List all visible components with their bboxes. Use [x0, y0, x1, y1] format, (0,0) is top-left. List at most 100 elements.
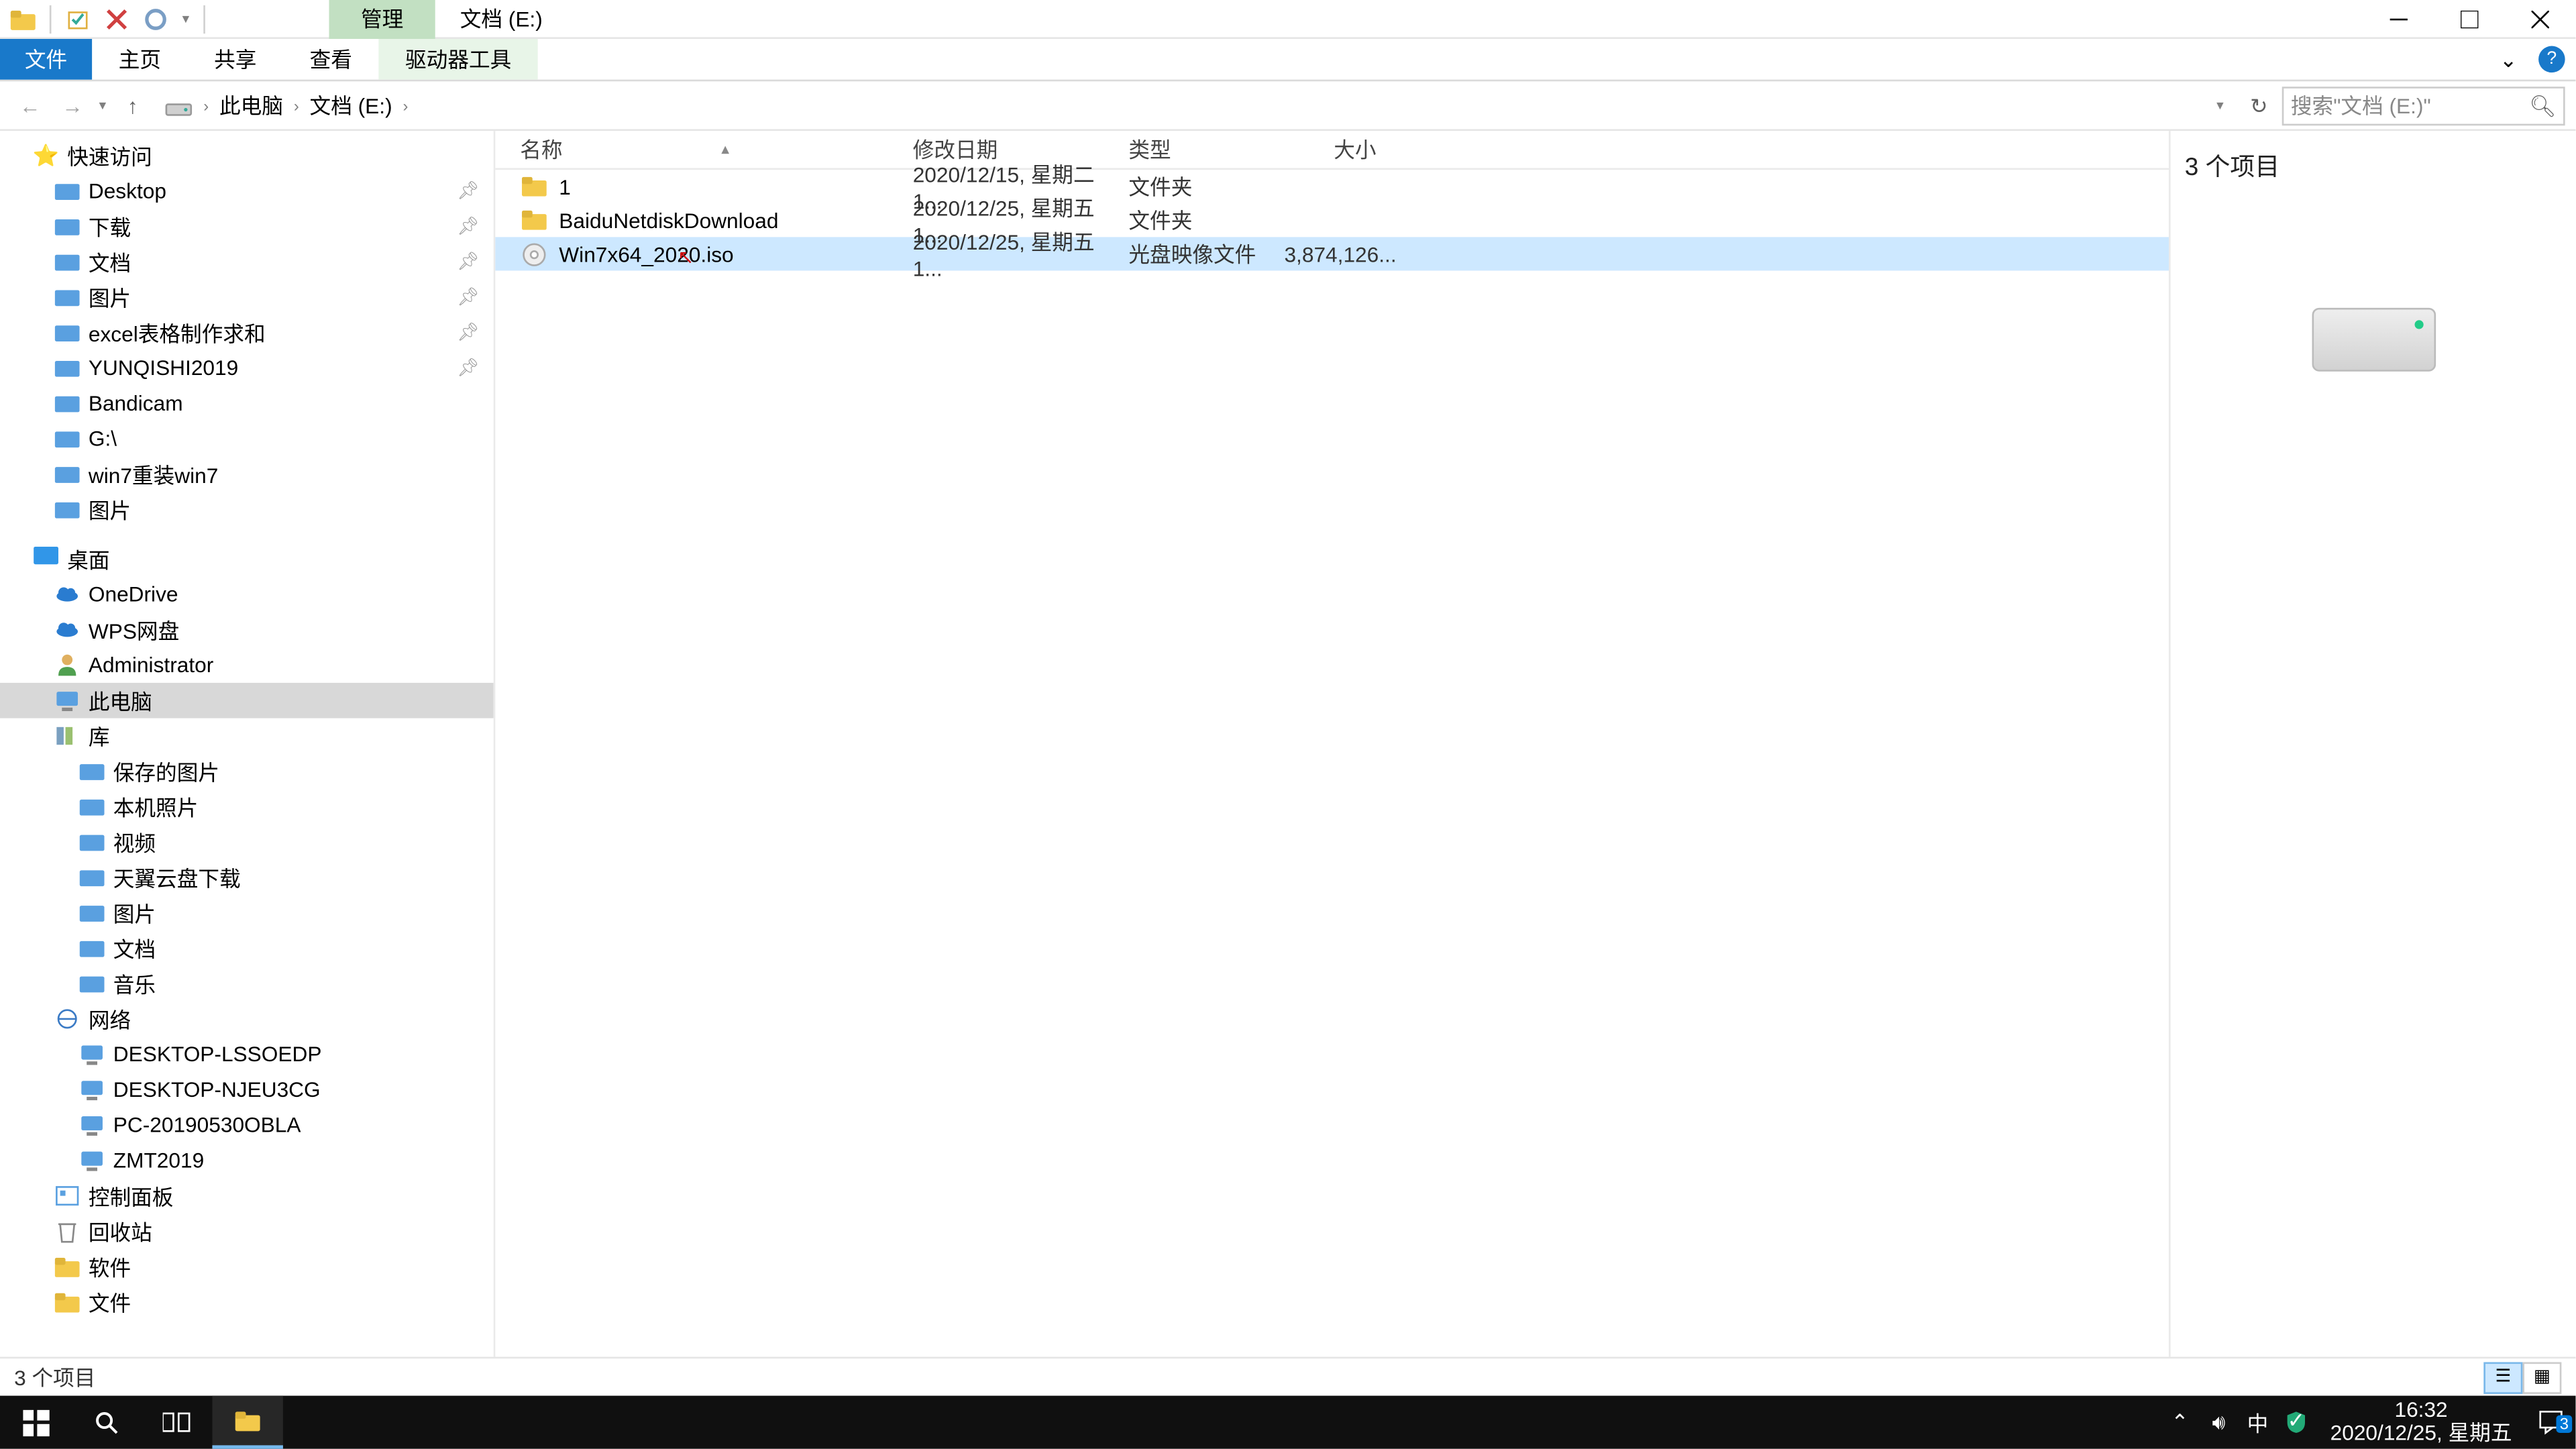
column-type[interactable]: 类型 [1104, 134, 1284, 164]
close-button[interactable] [2505, 0, 2575, 38]
security-icon[interactable]: ✓ [2277, 1410, 2316, 1435]
nav-item-library[interactable]: 本机照片 [0, 789, 494, 824]
nav-item-extra[interactable]: 软件 [0, 1249, 494, 1285]
nav-item-label: DESKTOP-LSSOEDP [113, 1042, 322, 1067]
tab-drive-tools[interactable]: 驱动器工具 [378, 39, 537, 80]
network-icon [53, 1005, 81, 1033]
nav-item-extra[interactable]: 文件 [0, 1284, 494, 1320]
delete-icon[interactable] [101, 3, 132, 34]
nav-item-quick[interactable]: 下载📌︎ [0, 209, 494, 244]
nav-item-icon [78, 863, 106, 892]
nav-item-library[interactable]: 文档 [0, 930, 494, 966]
search-input[interactable]: 搜索"文档 (E:)" 🔍︎ [2282, 86, 2565, 125]
task-view-button[interactable] [142, 1396, 212, 1449]
nav-item-desktop[interactable]: Administrator [0, 647, 494, 683]
nav-item-quick[interactable]: 图片 [0, 492, 494, 527]
ime-indicator[interactable]: 中 [2239, 1407, 2277, 1438]
nav-item-network-pc[interactable]: DESKTOP-LSSOEDP [0, 1036, 494, 1072]
qat-dropdown-icon[interactable]: ▾ [178, 11, 193, 27]
forward-button[interactable]: → [53, 86, 92, 125]
network-header[interactable]: 网络 [0, 1002, 494, 1037]
nav-item-label: 音乐 [113, 969, 156, 999]
status-bar: 3 个项目 ☰ ▦ [0, 1357, 2575, 1396]
navigation-pane[interactable]: ⭐ 快速访问 Desktop📌︎下载📌︎文档📌︎图片📌︎excel表格制作求和📌… [0, 131, 495, 1397]
chevron-right-icon[interactable]: › [200, 97, 212, 114]
pin-icon: 📌︎ [457, 323, 479, 342]
chevron-right-icon[interactable]: › [399, 97, 411, 114]
tab-file[interactable]: 文件 [0, 39, 92, 80]
quick-access-header[interactable]: ⭐ 快速访问 [0, 138, 494, 174]
file-row[interactable]: BaiduNetdiskDownload2020/12/25, 星期五 1...… [495, 203, 2169, 237]
desktop-header[interactable]: 桌面 [0, 541, 494, 577]
tab-view[interactable]: 查看 [283, 39, 378, 80]
disc-icon [520, 239, 548, 268]
pin-icon: 📌︎ [457, 217, 479, 236]
tab-home[interactable]: 主页 [92, 39, 187, 80]
nav-item-extra[interactable]: 回收站 [0, 1214, 494, 1249]
settings-icon[interactable] [140, 3, 171, 34]
app-icon [7, 3, 39, 34]
expand-ribbon-icon[interactable]: ⌄ [2493, 47, 2524, 72]
nav-item-quick[interactable]: win7重装win7 [0, 456, 494, 492]
nav-item-library[interactable]: 音乐 [0, 966, 494, 1002]
help-icon[interactable]: ? [2538, 46, 2565, 73]
ribbon-tabs: 文件 主页 共享 查看 驱动器工具 ⌄ ? [0, 39, 2575, 81]
search-taskbar-button[interactable] [70, 1396, 141, 1449]
prop-icon[interactable] [62, 3, 93, 34]
file-list[interactable]: 名称▴ 修改日期 类型 大小 ↖ 12020/12/15, 星期二 1...文件… [495, 131, 2169, 1397]
nav-item-library[interactable]: 保存的图片 [0, 753, 494, 789]
history-dropdown-icon[interactable]: ▾ [95, 97, 109, 113]
file-row[interactable]: 12020/12/15, 星期二 1...文件夹 [495, 170, 2169, 203]
desktop-icon [32, 545, 60, 573]
nav-item-quick[interactable]: Bandicam [0, 386, 494, 421]
nav-item-library[interactable]: 视频 [0, 824, 494, 860]
nav-item-desktop[interactable]: WPS网盘 [0, 612, 494, 647]
breadcrumb[interactable]: › 此电脑 › 文档 (E:) › ▾ [156, 86, 2236, 125]
refresh-button[interactable]: ↻ [2239, 93, 2278, 117]
column-name[interactable]: 名称▴ [495, 134, 888, 164]
volume-icon[interactable]: 🔊︎ [2199, 1409, 2238, 1436]
nav-item-network-pc[interactable]: DESKTOP-NJEU3CG [0, 1072, 494, 1108]
file-row[interactable]: Win7x64_2020.iso2020/12/25, 星期五 1...光盘映像… [495, 237, 2169, 270]
notifications-button[interactable]: 3 [2526, 1408, 2576, 1436]
svg-text:✓: ✓ [2288, 1410, 2306, 1432]
nav-item-icon [53, 1252, 81, 1281]
clock[interactable]: 16:32 2020/12/25, 星期五 [2316, 1399, 2526, 1446]
breadcrumb-segment[interactable]: 此电脑 [212, 88, 290, 123]
address-dropdown-icon[interactable]: ▾ [2213, 97, 2227, 113]
clock-date: 2020/12/25, 星期五 [2330, 1422, 2512, 1445]
file-name: Win7x64_2020.iso [559, 241, 733, 266]
nav-item-label: PC-20190530OBLA [113, 1113, 301, 1138]
details-view-button[interactable]: ☰ [2483, 1361, 2522, 1393]
nav-item-library[interactable]: 天翼云盘下载 [0, 860, 494, 896]
chevron-right-icon[interactable]: › [290, 97, 303, 114]
tray-overflow-icon[interactable]: ⌃ [2160, 1410, 2199, 1435]
tab-share[interactable]: 共享 [188, 39, 283, 80]
column-size[interactable]: 大小 [1284, 134, 1390, 164]
nav-item-network-pc[interactable]: PC-20190530OBLA [0, 1108, 494, 1143]
maximize-button[interactable] [2434, 0, 2505, 38]
nav-item-quick[interactable]: Desktop📌︎ [0, 173, 494, 209]
start-button[interactable] [0, 1396, 70, 1449]
search-icon[interactable]: 🔍︎ [2529, 93, 2556, 117]
breadcrumb-segment[interactable]: 文档 (E:) [303, 88, 399, 123]
up-button[interactable]: ↑ [113, 86, 152, 125]
file-type: 光盘映像文件 [1104, 239, 1284, 269]
nav-item-quick[interactable]: 文档📌︎ [0, 244, 494, 280]
nav-item-label: Desktop [89, 178, 166, 203]
star-icon: ⭐ [32, 142, 60, 170]
nav-item-quick[interactable]: 图片📌︎ [0, 280, 494, 315]
minimize-button[interactable] [2363, 0, 2434, 38]
nav-item-quick[interactable]: G:\ [0, 421, 494, 457]
nav-item-network-pc[interactable]: ZMT2019 [0, 1143, 494, 1179]
back-button[interactable]: ← [11, 86, 50, 125]
explorer-taskbar-button[interactable] [212, 1396, 282, 1449]
nav-item-desktop[interactable]: 库 [0, 718, 494, 754]
icons-view-button[interactable]: ▦ [2522, 1361, 2561, 1393]
nav-item-quick[interactable]: YUNQISHI2019📌︎ [0, 350, 494, 386]
nav-item-extra[interactable]: 控制面板 [0, 1178, 494, 1214]
nav-item-desktop[interactable]: OneDrive [0, 577, 494, 612]
nav-item-desktop[interactable]: 此电脑 [0, 683, 494, 718]
nav-item-library[interactable]: 图片 [0, 895, 494, 930]
nav-item-quick[interactable]: excel表格制作求和📌︎ [0, 315, 494, 350]
